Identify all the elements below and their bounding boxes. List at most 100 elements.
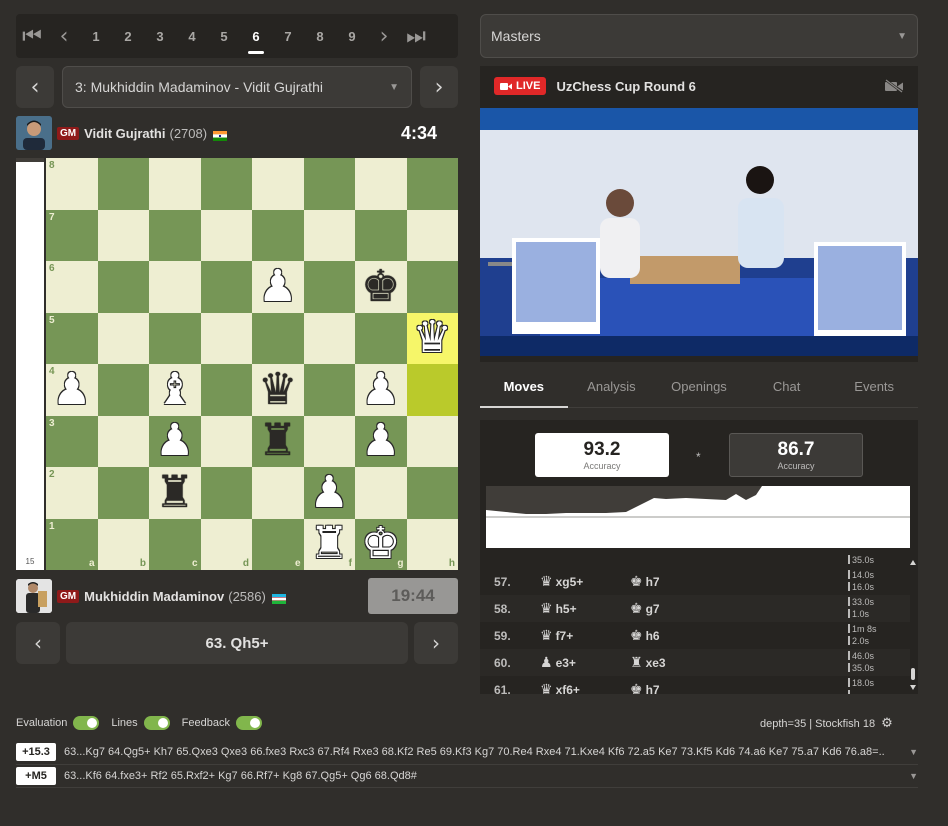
- square-a6[interactable]: 6: [46, 261, 98, 313]
- square-c6[interactable]: [149, 261, 201, 313]
- round-9[interactable]: 9: [336, 14, 368, 58]
- black-move[interactable]: ♚ h7: [630, 574, 720, 590]
- square-h4[interactable]: [406, 364, 458, 416]
- square-d7[interactable]: [200, 209, 252, 261]
- square-a4[interactable]: 4 ♟: [46, 364, 98, 416]
- avatar[interactable]: [16, 116, 52, 150]
- square-a8[interactable]: 8: [46, 158, 98, 210]
- white-pawn-icon[interactable]: ♟: [155, 419, 194, 463]
- square-a3[interactable]: 3: [46, 415, 98, 467]
- square-h3[interactable]: [406, 415, 458, 467]
- square-f8[interactable]: [303, 158, 355, 210]
- black-move[interactable]: ♚ h7: [630, 682, 720, 695]
- square-b6[interactable]: [97, 261, 149, 313]
- black-move[interactable]: ♚ h6: [630, 628, 720, 644]
- video-player[interactable]: [480, 108, 918, 356]
- game-select[interactable]: 3: Mukhiddin Madaminov - Vidit Gujrathi …: [62, 66, 412, 108]
- square-e5[interactable]: [252, 312, 304, 364]
- square-a5[interactable]: 5: [46, 312, 98, 364]
- square-e4[interactable]: ♛: [252, 364, 304, 416]
- player-name[interactable]: Mukhiddin Madaminov: [84, 589, 224, 604]
- square-g5[interactable]: [355, 312, 407, 364]
- round-3[interactable]: 3: [144, 14, 176, 58]
- square-f6[interactable]: [303, 261, 355, 313]
- square-a7[interactable]: 7: [46, 209, 98, 261]
- black-rook-icon[interactable]: ♜: [155, 470, 194, 515]
- white-pawn-icon[interactable]: ♟: [361, 367, 400, 412]
- square-g2[interactable]: [355, 467, 407, 519]
- round-1[interactable]: 1: [80, 14, 112, 58]
- white-pawn-icon[interactable]: ♟: [310, 470, 349, 515]
- player-name[interactable]: Vidit Gujrathi: [84, 126, 165, 141]
- last-round-icon[interactable]: ⏭: [400, 14, 432, 58]
- square-a2[interactable]: 2: [46, 467, 98, 519]
- engine-line[interactable]: +M5 63...Kf6 64.fxe3+ Rf2 65.Rxf2+ Kg7 6…: [16, 765, 918, 787]
- prev-game-button[interactable]: ‹: [16, 66, 54, 108]
- next-move-button[interactable]: ›: [414, 622, 458, 664]
- square-c2[interactable]: ♜: [149, 467, 201, 519]
- white-move[interactable]: ♛ xf6+: [540, 682, 630, 695]
- square-e8[interactable]: [252, 158, 304, 210]
- square-b2[interactable]: [97, 467, 149, 519]
- square-h6[interactable]: [406, 261, 458, 313]
- white-rook-icon[interactable]: ♜: [310, 522, 349, 566]
- square-b8[interactable]: [97, 158, 149, 210]
- engine-line[interactable]: +15.3 63...Kg7 64.Qg5+ Kh7 65.Qxe3 Qxe3 …: [16, 741, 918, 763]
- square-h5[interactable]: ♛: [406, 312, 458, 364]
- next-round-icon[interactable]: ›: [368, 14, 400, 58]
- square-b1[interactable]: b: [97, 518, 149, 570]
- white-pawn-icon[interactable]: ♟: [52, 367, 91, 412]
- tab-chat[interactable]: Chat: [743, 366, 831, 407]
- white-move[interactable]: ♛ f7+: [540, 628, 630, 644]
- chevron-down-icon[interactable]: ▼: [909, 771, 918, 781]
- square-b5[interactable]: [97, 312, 149, 364]
- round-7[interactable]: 7: [272, 14, 304, 58]
- black-move[interactable]: ♜ xe3: [630, 655, 720, 671]
- square-d6[interactable]: [200, 261, 252, 313]
- white-queen-icon[interactable]: ♛: [413, 316, 452, 360]
- white-bishop-icon[interactable]: ♝: [155, 367, 194, 412]
- square-g7[interactable]: [355, 209, 407, 261]
- toggle-lines[interactable]: [143, 716, 170, 730]
- square-f4[interactable]: [303, 364, 355, 416]
- scrollbar[interactable]: [910, 560, 916, 690]
- square-f1[interactable]: f ♜: [303, 518, 355, 570]
- round-2[interactable]: 2: [112, 14, 144, 58]
- round-6[interactable]: 6: [240, 14, 272, 58]
- first-round-icon[interactable]: ⏮: [16, 14, 48, 58]
- square-d3[interactable]: [200, 415, 252, 467]
- square-c7[interactable]: [149, 209, 201, 261]
- black-rook-icon[interactable]: ♜: [258, 419, 297, 463]
- square-e3[interactable]: ♜: [252, 415, 304, 467]
- square-d2[interactable]: [200, 467, 252, 519]
- white-pawn-icon[interactable]: ♟: [258, 264, 297, 309]
- round-8[interactable]: 8: [304, 14, 336, 58]
- square-g1[interactable]: g ♚: [355, 518, 407, 570]
- tab-moves[interactable]: Moves: [480, 366, 568, 408]
- square-g6[interactable]: ♚: [355, 261, 407, 313]
- black-move[interactable]: ♚ g7: [630, 601, 720, 617]
- square-f2[interactable]: ♟: [303, 467, 355, 519]
- square-a1[interactable]: 1a: [46, 518, 98, 570]
- square-c1[interactable]: c: [149, 518, 201, 570]
- tab-openings[interactable]: Openings: [655, 366, 743, 407]
- square-g4[interactable]: ♟: [355, 364, 407, 416]
- square-b4[interactable]: [97, 364, 149, 416]
- square-b7[interactable]: [97, 209, 149, 261]
- square-e7[interactable]: [252, 209, 304, 261]
- toggle-evaluation[interactable]: [73, 716, 100, 730]
- square-b3[interactable]: [97, 415, 149, 467]
- square-h2[interactable]: [406, 467, 458, 519]
- prev-move-button[interactable]: ‹: [16, 622, 60, 664]
- square-c5[interactable]: [149, 312, 201, 364]
- gear-icon[interactable]: ⚙: [881, 716, 893, 731]
- square-e6[interactable]: ♟: [252, 261, 304, 313]
- tab-events[interactable]: Events: [830, 366, 918, 407]
- square-d1[interactable]: d: [200, 518, 252, 570]
- white-move[interactable]: ♛ h5+: [540, 601, 630, 617]
- white-pawn-icon[interactable]: ♟: [361, 419, 400, 463]
- square-e1[interactable]: e: [252, 518, 304, 570]
- square-g3[interactable]: ♟: [355, 415, 407, 467]
- round-5[interactable]: 5: [208, 14, 240, 58]
- white-move[interactable]: ♛ xg5+: [540, 574, 630, 590]
